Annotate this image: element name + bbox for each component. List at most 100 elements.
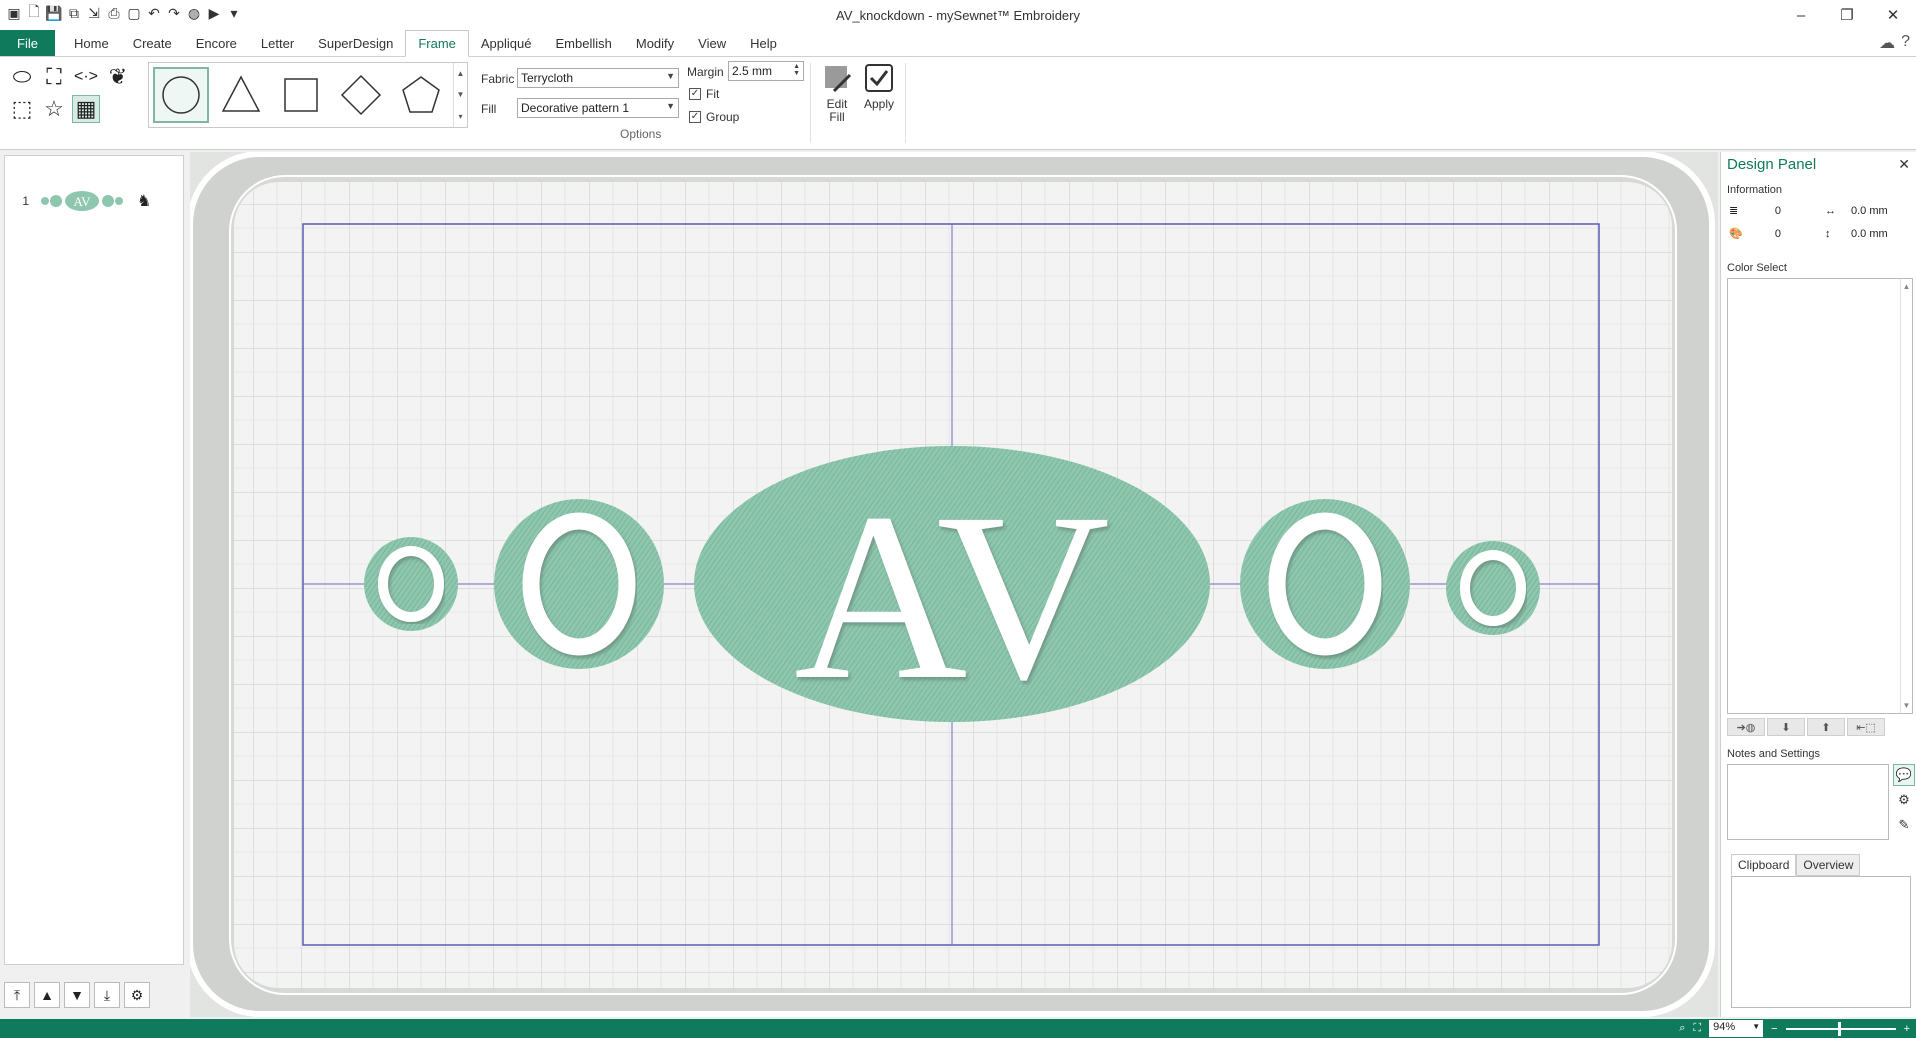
minimize-button[interactable]: – (1778, 0, 1824, 30)
design-panel: Design Panel ✕ Information ≣ 0 ↔ 0.0 mm … (1720, 152, 1916, 1017)
tab-modify[interactable]: Modify (624, 30, 686, 57)
tab-view[interactable]: View (686, 30, 738, 57)
colors-row: 🎨 0 ↕ 0.0 mm (1729, 227, 1888, 241)
hoop-workspace: AV (190, 152, 1718, 1017)
design-panel-title: Design Panel (1727, 156, 1817, 173)
zoom-hoop-icon[interactable]: ⛶ (1693, 1022, 1701, 1035)
move-up-icon[interactable]: ▲ (34, 982, 60, 1008)
move-to-top-icon[interactable]: ⤒ (4, 982, 30, 1008)
change-color-icon[interactable]: ➔◍ (1727, 718, 1765, 736)
colors-count: 0 (1774, 227, 1781, 240)
edit-fill-icon (821, 62, 853, 94)
margin-spinner[interactable]: 2.5 mm ▲ ▼ (728, 61, 804, 81)
zoom-in-icon[interactable]: + (1904, 1023, 1910, 1035)
ribbon-frame: ⬭ ⛶ <·> ❦ ⬚ ☆ ▦ ▲ ▼ ▾ Fabric Terrycloth ▼ F… (0, 57, 1916, 150)
expand-icon[interactable]: ⛶ (40, 63, 68, 91)
fabric-label: Fabric (481, 72, 515, 86)
edit-fill-button[interactable]: Edit Fill (815, 62, 859, 124)
diamond-shape-icon[interactable] (333, 67, 389, 123)
fit-label: Fit (706, 87, 720, 101)
gallery-scroll[interactable]: ▲ ▼ ▾ (453, 63, 467, 127)
layer-thumbnail: AV (41, 191, 123, 211)
restore-button[interactable]: ❐ (1824, 0, 1870, 30)
color-list-scrollbar[interactable]: ▲ ▼ (1900, 279, 1912, 713)
margin-value: 2.5 mm (732, 64, 773, 78)
zoom-to-fit-icon[interactable]: ⌕ (1679, 1022, 1685, 1035)
star-icon[interactable]: ☆ (40, 95, 68, 123)
ribbon-tabs: File Home Create Encore Letter SuperDesign Fr… (0, 30, 1916, 57)
fabric-dropdown[interactable]: Terrycloth ▼ (517, 68, 679, 88)
group-label: Group (706, 110, 740, 124)
ornament-icon[interactable]: ❦ (104, 63, 132, 91)
layer-options-icon[interactable]: ⚙ (124, 982, 150, 1008)
color-options-icon[interactable]: ⇤⬚ (1847, 718, 1885, 736)
fill-dropdown[interactable]: Decorative pattern 1 ▼ (517, 98, 679, 118)
apply-label: Apply (863, 97, 895, 111)
color-actions: ➔◍ ⬇ ⬆ ⇤⬚ (1727, 718, 1885, 736)
tab-appliqu-[interactable]: Appliqué (469, 30, 544, 57)
tab-help[interactable]: Help (738, 30, 789, 57)
zoom-value: 94% (1713, 1021, 1736, 1033)
move-down-icon[interactable]: ▼ (64, 982, 90, 1008)
tab-frame[interactable]: Frame (405, 30, 469, 57)
design-canvas[interactable]: AV (190, 152, 1718, 1017)
window-controls: – ❐ ✕ (1778, 0, 1916, 30)
tab-list: Home Create Encore Letter SuperDesign Frame Ap… (62, 30, 789, 57)
layer-row[interactable]: 1 AV ♞ (5, 186, 181, 216)
triangle-shape-icon[interactable] (213, 67, 269, 123)
clipboard-area[interactable] (1731, 876, 1911, 1008)
code-icon[interactable]: <·> (72, 63, 100, 91)
move-to-bottom-icon[interactable]: ⤓ (94, 982, 120, 1008)
group-checkbox[interactable]: ✓ Group (689, 110, 739, 124)
close-button[interactable]: ✕ (1870, 0, 1916, 30)
file-tab[interactable]: File (0, 30, 55, 56)
height-icon: ↕ (1825, 227, 1831, 240)
zoom-out-icon[interactable]: − (1771, 1023, 1777, 1035)
help-icon[interactable]: ? (1901, 33, 1910, 53)
lock-icon[interactable]: ♞ (137, 191, 151, 211)
zoom-slider[interactable] (1785, 1021, 1896, 1036)
palette-icon: 🎨 (1729, 228, 1743, 240)
stitches-icon: ≣ (1729, 205, 1739, 217)
comment-icon[interactable]: 💬 (1893, 764, 1915, 786)
fabric-value: Terrycloth (521, 71, 574, 85)
monogram-text: AV (794, 463, 1110, 729)
freehand-select-icon[interactable]: ⬭ (8, 63, 36, 91)
fit-checkbox[interactable]: ✓ Fit (689, 87, 719, 101)
color-select-list[interactable]: ▲ ▼ (1727, 278, 1913, 714)
tab-superdesign[interactable]: SuperDesign (306, 30, 405, 57)
tab-clipboard[interactable]: Clipboard (1731, 854, 1797, 876)
zoom-controls: ⌕ ⛶ 94% ▼ − + (1679, 1020, 1910, 1037)
stitches-count: 0 (1774, 204, 1781, 217)
pattern-fill-icon[interactable]: ▦ (72, 95, 100, 123)
pencil-icon[interactable]: ✎ (1893, 814, 1915, 836)
fill-value: Decorative pattern 1 (521, 101, 630, 115)
frame-shape-gallery: ▲ ▼ ▾ (148, 62, 468, 128)
clipboard-tabs: Clipboard Overview (1731, 854, 1861, 876)
circle-shape-icon[interactable] (153, 67, 209, 123)
move-color-down-icon[interactable]: ⬇ (1767, 718, 1805, 736)
zoom-slider-thumb[interactable] (1837, 1021, 1841, 1036)
tab-letter[interactable]: Letter (249, 30, 306, 57)
cloud-icon[interactable]: ☁ (1879, 33, 1895, 53)
square-shape-icon[interactable] (273, 67, 329, 123)
layer-thumb-text: AV (73, 194, 91, 209)
tab-embellish[interactable]: Embellish (544, 30, 624, 57)
tab-encore[interactable]: Encore (184, 30, 249, 57)
notes-settings-label: Notes and Settings (1727, 748, 1820, 760)
move-color-up-icon[interactable]: ⬆ (1807, 718, 1845, 736)
zoom-dropdown[interactable]: 94% ▼ (1709, 1020, 1764, 1037)
tab-home[interactable]: Home (62, 30, 121, 57)
check-icon: ✓ (689, 88, 701, 100)
spinner-arrows-icon[interactable]: ▲ ▼ (793, 63, 800, 77)
notes-box[interactable] (1727, 764, 1889, 840)
stitches-row: ≣ 0 ↔ 0.0 mm (1729, 204, 1888, 218)
height-value: 0.0 mm (1851, 227, 1888, 240)
settings-gear-icon[interactable]: ⚙ (1893, 789, 1915, 811)
pentagon-shape-icon[interactable] (393, 67, 449, 123)
box-select-icon[interactable]: ⬚ (8, 95, 36, 123)
tab-create[interactable]: Create (121, 30, 184, 57)
apply-button[interactable]: Apply (857, 62, 901, 111)
close-icon[interactable]: ✕ (1898, 156, 1910, 173)
tab-overview[interactable]: Overview (1796, 854, 1861, 876)
